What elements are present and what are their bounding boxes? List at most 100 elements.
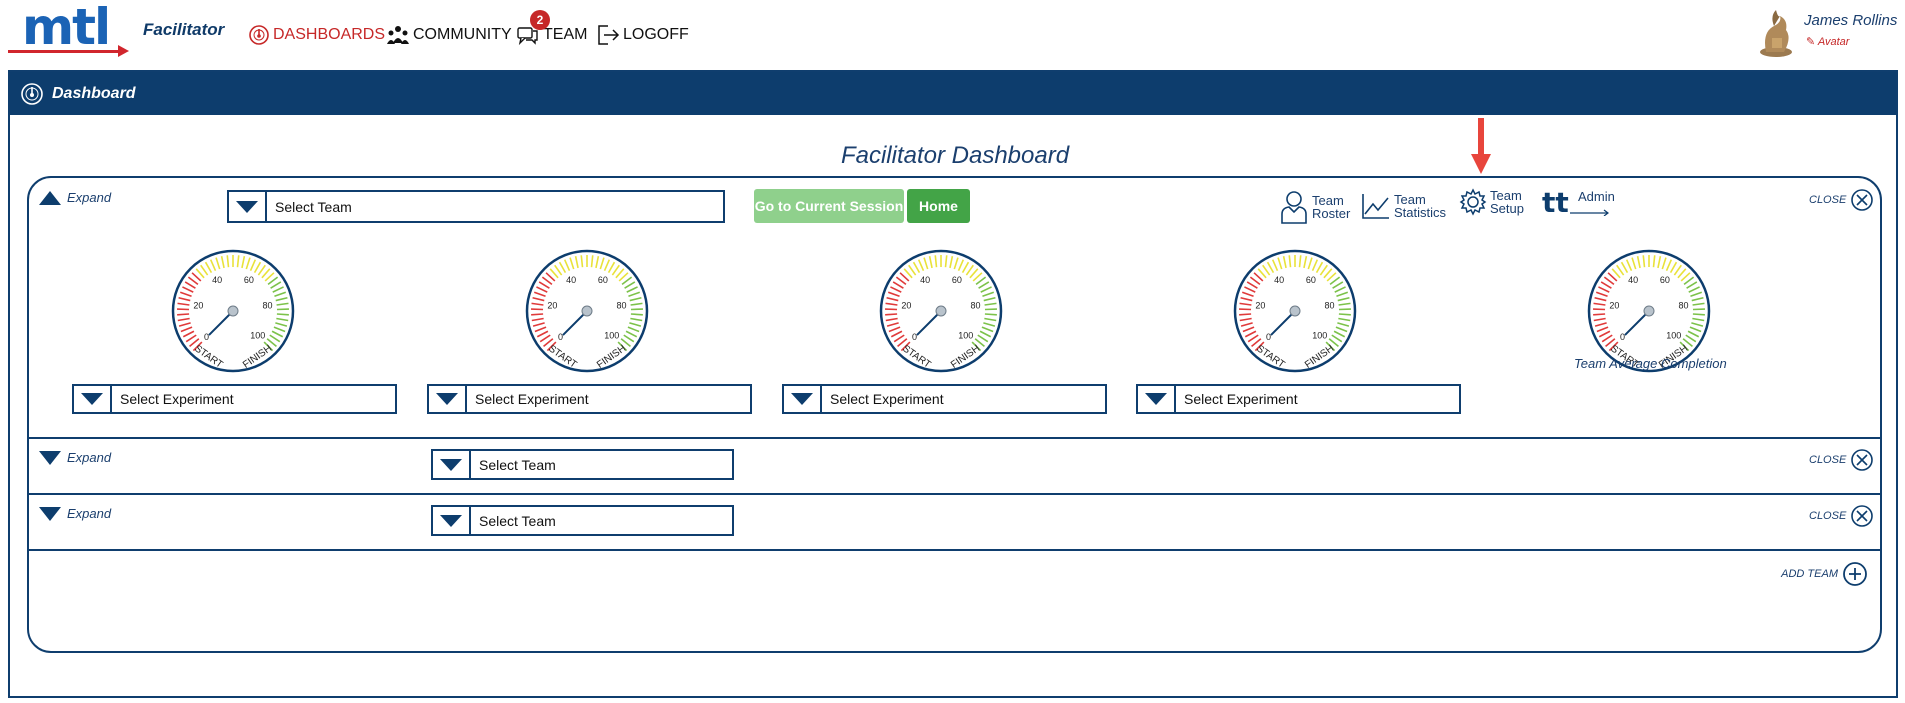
logo-arrow-icon <box>118 45 129 57</box>
edit-avatar-link[interactable]: ✎ Avatar <box>1806 35 1849 48</box>
gauge-tick-label: 40 <box>920 275 930 285</box>
user-profile[interactable]: James Rollins ✎ Avatar <box>1752 6 1902 58</box>
team-3-close-button[interactable]: CLOSE <box>1809 504 1874 528</box>
experiment-4-select[interactable]: Select Experiment <box>1136 384 1461 414</box>
gauge-tick-label: 20 <box>193 301 203 311</box>
experiment-4-gauge: 2040 6080100START FINISH0 <box>1233 249 1357 373</box>
triangle-up-icon <box>39 190 61 205</box>
add-team-button[interactable]: ADD TEAM <box>1781 561 1868 587</box>
triangle-down-icon <box>39 450 61 465</box>
nav-logoff[interactable]: LOGOFF <box>596 24 689 46</box>
team-2-close-button[interactable]: CLOSE <box>1809 448 1874 472</box>
team-roster-button[interactable]: Team Roster <box>1279 190 1356 224</box>
caret-down-icon <box>429 386 467 412</box>
team-3-expand-label: Expand <box>67 506 112 521</box>
user-name: James Rollins <box>1804 12 1898 29</box>
avatar[interactable] <box>1752 8 1800 58</box>
gauge-tick <box>1239 313 1252 316</box>
nav-community[interactable]: COMMUNITY <box>386 24 512 46</box>
line-chart-icon <box>1362 194 1389 219</box>
nav-community-label: COMMUNITY <box>413 26 512 43</box>
team-1-expand-label: Expand <box>67 190 112 205</box>
gauge-tick <box>177 313 190 316</box>
gauge-tick-label: 80 <box>617 301 627 311</box>
gauge-tick-label: 40 <box>566 275 576 285</box>
gauge-zero-label: 0 <box>912 332 917 342</box>
gauge-tick-label: 100 <box>604 331 619 341</box>
logo-text: mtl <box>22 0 111 56</box>
nav-team-label: TEAM <box>543 26 588 43</box>
team-1-expand-toggle[interactable]: Expand <box>39 190 111 205</box>
team-2-select-label: Select Team <box>479 456 556 473</box>
row-divider <box>29 437 1880 439</box>
pencil-icon: ✎ <box>1806 36 1818 48</box>
team-2-select[interactable]: Select Team <box>431 449 734 480</box>
home-button[interactable]: Home <box>907 189 970 223</box>
gauge-tick-label: 20 <box>901 301 911 311</box>
experiment-1-select[interactable]: Select Experiment <box>72 384 397 414</box>
team-statistics-button[interactable]: Team Statistics <box>1361 192 1446 220</box>
gauge-tick-label: 60 <box>244 275 254 285</box>
experiment-3-select[interactable]: Select Experiment <box>782 384 1107 414</box>
row-divider <box>29 549 1880 551</box>
team-2-expand-toggle[interactable]: Expand <box>39 450 111 465</box>
svg-text:tt: tt <box>1542 188 1569 216</box>
panel-header: Dashboard <box>10 72 1896 115</box>
team-roster-label: Team Roster <box>1312 193 1351 221</box>
close-circle-icon <box>1851 449 1874 471</box>
top-nav-bar: mtl Facilitator DASHBOARDS COMMUNITY 2 T… <box>0 0 1905 68</box>
gauge-tick-label: 100 <box>250 331 265 341</box>
team-notification-badge: 2 <box>530 10 550 30</box>
gauge-tick-label: 100 <box>1312 331 1327 341</box>
team-1-select[interactable]: Select Team <box>227 190 725 223</box>
admin-label: Admin <box>1578 189 1615 204</box>
caret-down-icon <box>433 451 471 478</box>
team-3-select-label: Select Team <box>479 512 556 529</box>
gauge-tick-label: 20 <box>1255 301 1265 311</box>
gauge-tick-label: 60 <box>598 275 608 285</box>
experiment-3-gauge: 2040 6080100START FINISH0 <box>879 249 1003 373</box>
plus-circle-icon <box>1843 562 1867 586</box>
row-divider <box>29 493 1880 495</box>
panel-header-title: Dashboard <box>52 84 136 102</box>
gauge-zero-label: 0 <box>204 332 209 342</box>
caret-down-icon <box>74 386 112 412</box>
gauge-zero-label: 0 <box>1620 332 1625 342</box>
gauge-tick-label: 100 <box>1666 331 1681 341</box>
gauge-zero-label: 0 <box>1266 332 1271 342</box>
experiment-2-gauge: 2040 6080100START FINISH0 <box>525 249 649 373</box>
experiment-2-select-label: Select Experiment <box>475 391 589 407</box>
red-annotation-arrow-icon <box>1471 118 1491 174</box>
admin-button[interactable]: tt Admin <box>1542 188 1615 216</box>
close-circle-icon <box>1851 505 1874 527</box>
gauge-tick <box>531 313 544 316</box>
team-3-select[interactable]: Select Team <box>431 505 734 536</box>
team-3-close-label: CLOSE <box>1809 510 1847 522</box>
gauge-tick-label: 40 <box>1274 275 1284 285</box>
gauge-tick-label: 80 <box>1325 301 1335 311</box>
team-setup-button[interactable]: Team Setup <box>1459 188 1534 216</box>
gauge-tick <box>885 313 898 316</box>
team-2-close-label: CLOSE <box>1809 454 1847 466</box>
nav-team[interactable]: 2 TEAM <box>516 10 588 46</box>
experiment-1-select-label: Select Experiment <box>120 391 234 407</box>
teams-container: Expand Select Team Go to Current Session… <box>27 176 1882 653</box>
experiment-3-select-label: Select Experiment <box>830 391 944 407</box>
gauge-tick <box>1593 313 1606 316</box>
dashboard-gauge-icon <box>21 82 43 105</box>
experiment-2-select[interactable]: Select Experiment <box>427 384 752 414</box>
gauge-tick-label: 60 <box>952 275 962 285</box>
nav-logoff-label: LOGOFF <box>623 26 689 43</box>
gauge-hub <box>581 305 593 317</box>
go-to-current-session-button[interactable]: Go to Current Session <box>754 189 904 223</box>
nav-dashboards[interactable]: DASHBOARDS <box>248 24 385 46</box>
edit-avatar-label: Avatar <box>1817 36 1850 48</box>
gauge-tick <box>984 313 997 316</box>
gauge-tick-label: 20 <box>547 301 557 311</box>
team-average-caption: Team Average Completion <box>1574 356 1727 371</box>
team-2-expand-label: Expand <box>67 450 112 465</box>
experiment-1-gauge: 2040 6080100START FINISH0 <box>171 249 295 373</box>
mtl-logo[interactable]: mtl <box>6 0 129 60</box>
team-3-expand-toggle[interactable]: Expand <box>39 506 111 521</box>
team-1-close-button[interactable]: CLOSE <box>1809 188 1874 212</box>
